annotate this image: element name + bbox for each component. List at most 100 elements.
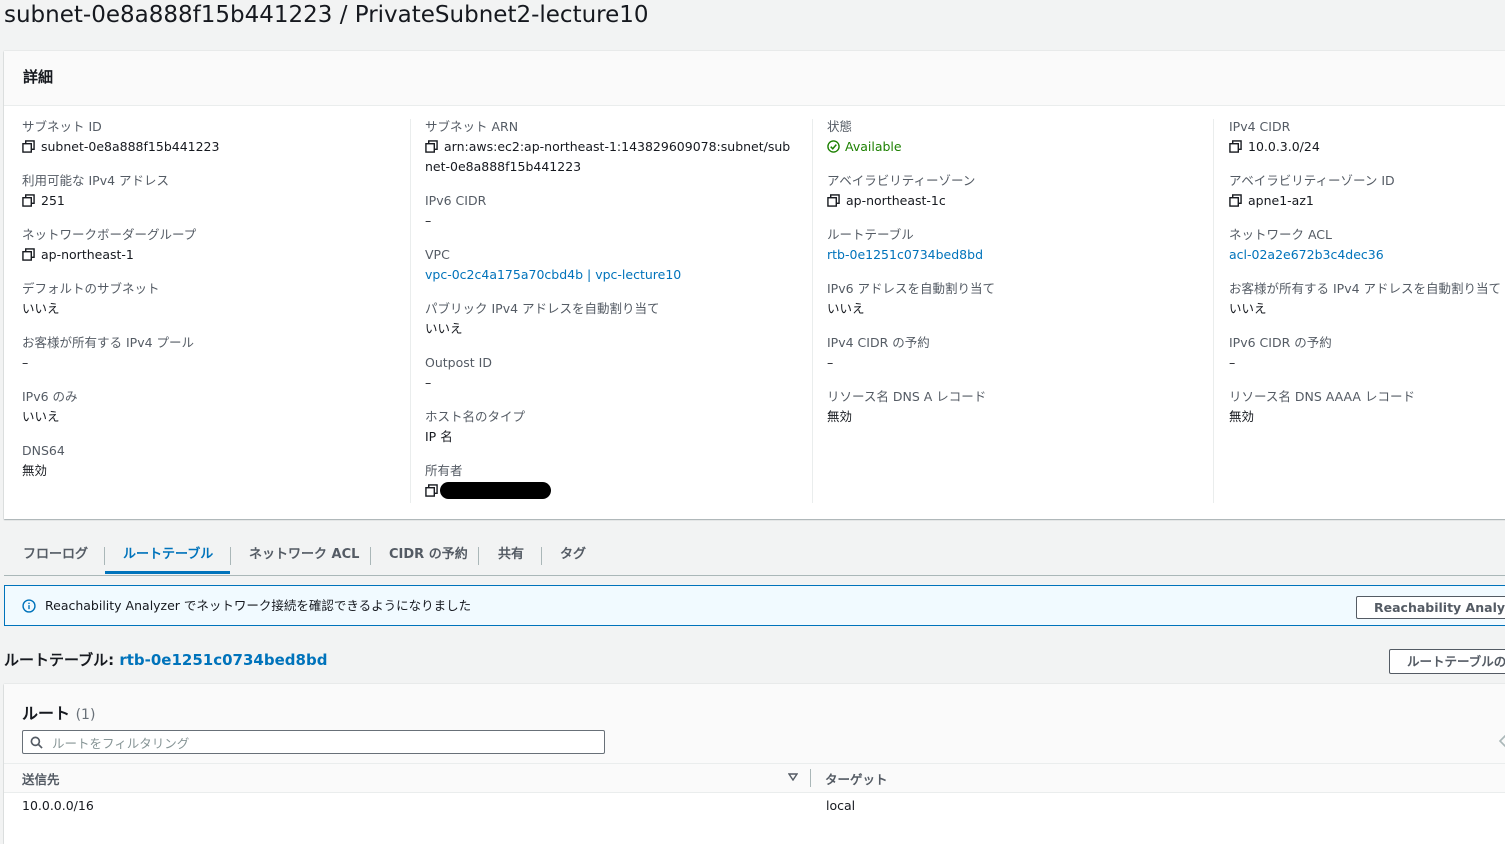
detail-value-text: 無効 [827,409,853,424]
chevron-left-icon[interactable] [1498,734,1505,748]
detail-label: ルートテーブル [827,227,914,242]
detail-value: arn:aws:ec2:ap-northeast-1:143829609078:… [425,137,795,177]
route-table-link[interactable]: rtb-0e1251c0734bed8bd [119,651,327,669]
detail-field: IPv6 CIDR の予約 – [1229,333,1505,373]
detail-value-text: – [827,355,834,370]
page-title: subnet-0e8a888f15b441223 / PrivateSubnet… [4,2,649,28]
detail-label: ホスト名のタイプ [425,409,526,424]
details-column-2: サブネット ARN arn:aws:ec2:ap-northeast-1:1438… [425,106,810,519]
detail-label: アベイラビリティーゾーン [827,173,976,188]
detail-label: Outpost ID [425,355,492,370]
detail-value: 10.0.3.0/24 [1229,137,1505,157]
detail-field: ルートテーブル rtb-0e1251c0734bed8bd [827,225,1212,265]
routes-filter-input[interactable] [50,732,594,754]
detail-label: 状態 [827,119,853,134]
route-table-association-button[interactable]: ルートテーブルの [1389,649,1505,674]
detail-field: IPv6 のみ いいえ [22,387,407,427]
detail-label: IPv6 アドレスを自動割り当て [827,281,996,296]
tab-flow-logs[interactable]: フローログ [23,537,88,574]
sort-descending-icon[interactable] [788,773,798,781]
detail-field: VPC vpc-0c2c4a175a70cbd4b | vpc-lecture10 [425,245,810,285]
reachability-analyzer-button[interactable]: Reachability Analyzer [1356,596,1505,619]
copy-icon[interactable] [22,194,35,207]
detail-label: ネットワーク ACL [1229,227,1332,242]
details-panel: 詳細 サブネット ID subnet-0e8a888f15b441223 利用可能な… [4,51,1505,519]
route-table-heading: ルートテーブル: rtb-0e1251c0734bed8bd [4,649,327,670]
detail-value: – [425,373,810,393]
tab-sharing[interactable]: 共有 [498,537,524,574]
detail-field: 利用可能な IPv4 アドレス 251 [22,171,407,211]
tab-route-table[interactable]: ルートテーブル [123,537,213,574]
detail-value[interactable]: rtb-0e1251c0734bed8bd [827,245,1212,265]
tab-cidr-reservations[interactable]: CIDR の予約 [389,537,468,574]
detail-value [425,481,810,501]
detail-field: IPv4 CIDR の予約 – [827,333,1212,373]
detail-label: IPv4 CIDR の予約 [827,335,930,350]
copy-icon[interactable] [22,248,35,261]
detail-field: リソース名 DNS A レコード 無効 [827,387,1212,427]
detail-value: – [425,211,810,231]
column-header-destination[interactable]: 送信先 [22,769,60,788]
copy-icon[interactable] [425,140,438,153]
detail-field: IPv6 アドレスを自動割り当て いいえ [827,279,1212,319]
copy-icon[interactable] [1229,140,1242,153]
detail-value: 251 [22,191,407,211]
detail-label: アベイラビリティーゾーン ID [1229,173,1395,188]
active-tab-indicator [105,571,230,574]
route-target-cell: local [826,798,856,813]
detail-value-text: – [425,213,432,228]
routes-filter[interactable] [22,730,605,754]
routes-table-header: 送信先 ターゲット [4,763,1505,793]
detail-value[interactable]: vpc-0c2c4a175a70cbd4b | vpc-lecture10 [425,265,810,285]
column-divider [812,119,813,503]
tab-tags[interactable]: タグ [560,537,586,574]
detail-value-text[interactable]: vpc-0c2c4a175a70cbd4b | vpc-lecture10 [425,267,681,282]
detail-value: 無効 [1229,407,1505,427]
detail-value-text[interactable]: rtb-0e1251c0734bed8bd [827,247,983,262]
detail-field: DNS64 無効 [22,441,407,481]
detail-value: いいえ [1229,299,1505,319]
copy-icon[interactable] [22,140,35,153]
tab-divider [541,547,542,565]
detail-value: いいえ [425,319,810,339]
detail-value-text: 251 [41,193,65,208]
detail-label: サブネット ID [22,119,102,134]
column-divider [410,119,411,503]
detail-field: ネットワーク ACL acl-02a2e672b3c4dec36 [1229,225,1505,265]
copy-icon[interactable] [827,194,840,207]
tab-divider [104,547,105,565]
detail-value: apne1-az1 [1229,191,1505,211]
redacted-owner [440,482,551,499]
detail-value-text: – [22,355,29,370]
detail-label: パブリック IPv4 アドレスを自動割り当て [425,301,660,316]
detail-value: ap-northeast-1c [827,191,1212,211]
detail-field: IPv4 CIDR 10.0.3.0/24 [1229,117,1505,157]
tab-divider [370,547,371,565]
detail-value-text: ap-northeast-1 [41,247,134,262]
detail-label: 利用可能な IPv4 アドレス [22,173,170,188]
detail-field: お客様が所有する IPv4 プール – [22,333,407,373]
detail-label: ネットワークボーダーグループ [22,227,197,242]
detail-field: ネットワークボーダーグループ ap-northeast-1 [22,225,407,265]
detail-field: Outpost ID – [425,353,810,393]
detail-value-text: 10.0.3.0/24 [1248,139,1320,154]
detail-value-text: いいえ [22,409,60,424]
detail-label: デフォルトのサブネット [22,281,160,296]
tab-divider [230,547,231,565]
detail-value-text: いいえ [827,301,865,316]
column-header-target[interactable]: ターゲット [825,769,888,788]
detail-field: サブネット ARN arn:aws:ec2:ap-northeast-1:1438… [425,117,810,177]
copy-icon[interactable] [1229,194,1242,207]
detail-value[interactable]: acl-02a2e672b3c4dec36 [1229,245,1505,265]
detail-value-text: いいえ [425,321,463,336]
detail-label: サブネット ARN [425,119,519,134]
detail-field: サブネット ID subnet-0e8a888f15b441223 [22,117,407,157]
detail-value-text: arn:aws:ec2:ap-northeast-1:143829609078:… [425,139,791,174]
tab-network-acl[interactable]: ネットワーク ACL [249,537,359,574]
copy-icon[interactable] [425,484,438,497]
detail-value: Available [827,137,1212,157]
detail-label: IPv6 のみ [22,389,78,404]
detail-value: いいえ [827,299,1212,319]
route-table-heading-label: ルートテーブル: [4,651,115,669]
detail-value-text[interactable]: acl-02a2e672b3c4dec36 [1229,247,1384,262]
